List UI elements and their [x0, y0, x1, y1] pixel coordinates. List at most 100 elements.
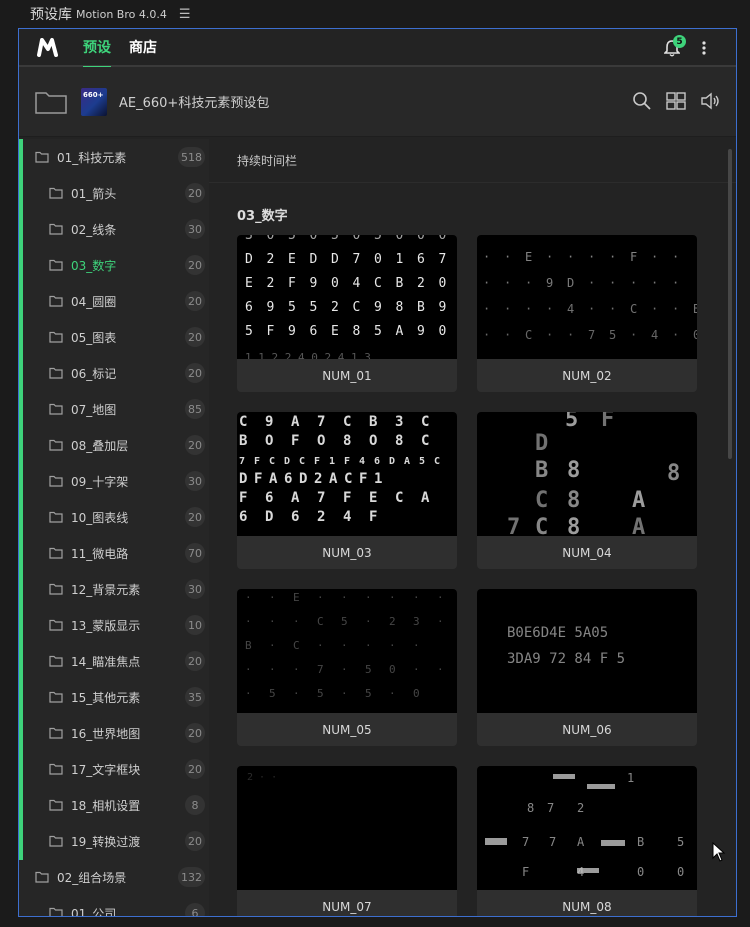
sidebar-item[interactable]: 05_图表 20: [19, 319, 209, 355]
preset-preview[interactable]: 3050505000D2EDD70167E2F904CB2069552C98B9…: [237, 235, 457, 359]
sidebar-item[interactable]: 04_圆圈 20: [19, 283, 209, 319]
sidebar-item[interactable]: 11_微电路 70: [19, 535, 209, 571]
preset-card[interactable]: C9A7CB3CBOFO8O8C7FCDCF1F46DA5CDFA6D2ACF1…: [237, 412, 457, 569]
svg-text:F: F: [522, 865, 529, 879]
svg-text:C: C: [535, 515, 548, 536]
preset-card[interactable]: D B 8 C 8 A 7 C 8 A 8 5 F NUM_04: [477, 412, 697, 569]
svg-text:C: C: [299, 456, 305, 467]
svg-text:7: 7: [549, 835, 556, 849]
svg-text:O: O: [265, 433, 273, 449]
sidebar-item[interactable]: 02_组合场景 132: [19, 859, 209, 895]
svg-text:C: C: [525, 328, 532, 342]
svg-text:C: C: [343, 414, 351, 430]
pack-name[interactable]: AE_660+科技元素预设包: [119, 92, 269, 111]
svg-text:C: C: [421, 433, 429, 449]
content-scrollbar[interactable]: [728, 149, 732, 459]
sidebar-item[interactable]: 02_线条 30: [19, 211, 209, 247]
tab-store[interactable]: 商店: [129, 29, 157, 66]
svg-text:9: 9: [417, 324, 425, 339]
duration-bar-label[interactable]: 持续时间栏: [209, 139, 736, 183]
preset-preview[interactable]: 187277AB5F400: [477, 766, 697, 890]
svg-text:C: C: [353, 300, 361, 315]
sidebar-item[interactable]: 03_数字 20: [19, 247, 209, 283]
preview-animation: ··E····F·····9D·········4··C··B9··C··75·…: [483, 250, 697, 342]
svg-text:5: 5: [365, 663, 372, 676]
svg-text:0: 0: [439, 235, 447, 243]
svg-text:B: B: [693, 302, 697, 316]
svg-text:F: F: [254, 471, 262, 487]
preset-name: NUM_01: [322, 368, 372, 383]
svg-text:·: ·: [269, 639, 276, 652]
preset-card[interactable]: ··E····F·····9D·········4··C··B9··C··75·…: [477, 235, 697, 392]
volume-icon[interactable]: [700, 91, 720, 111]
preset-card[interactable]: 2 · · NUM_07: [237, 766, 457, 916]
folder-icon: [49, 403, 63, 415]
preset-card[interactable]: B0E6D4E 5A05 3DA9 72 84 F 5 NUM_06: [477, 589, 697, 746]
sidebar-item[interactable]: 18_相机设置 8: [19, 787, 209, 823]
svg-text:F: F: [359, 471, 367, 487]
sidebar-item[interactable]: 14_瞄准焦点 20: [19, 643, 209, 679]
svg-text:D: D: [245, 252, 253, 267]
sidebar-item[interactable]: 13_蒙版显示 10: [19, 607, 209, 643]
sidebar-item[interactable]: 09_十字架 30: [19, 463, 209, 499]
svg-text:8: 8: [353, 324, 361, 339]
folder-icon: [49, 727, 63, 739]
preset-preview[interactable]: 2 · ·: [237, 766, 457, 890]
search-icon[interactable]: [632, 91, 652, 111]
preset-preview[interactable]: C9A7CB3CBOFO8O8C7FCDCF1F46DA5CDFA6D2ACF1…: [237, 412, 457, 536]
panel-header: 预设库 Motion Bro 4.0.4 ☰: [18, 0, 736, 28]
svg-text:5: 5: [288, 235, 296, 243]
svg-text:C: C: [421, 414, 429, 430]
preset-card[interactable]: ··E·········C5·23·3B·C········7·50···5·5…: [237, 589, 457, 746]
count-badge: 518: [178, 147, 205, 167]
folder-icon[interactable]: [35, 90, 67, 114]
svg-text:B: B: [396, 276, 404, 291]
count-badge: 6: [185, 903, 205, 916]
sidebar-item[interactable]: 01_科技元素 518: [19, 139, 209, 175]
svg-text:·: ·: [389, 687, 396, 700]
sidebar-item[interactable]: 01_公司 6: [19, 895, 209, 916]
sidebar-item[interactable]: 16_世界地图 20: [19, 715, 209, 751]
sidebar-item-label: 02_组合场景: [57, 870, 127, 885]
svg-text:2: 2: [267, 276, 275, 291]
svg-text:F: F: [254, 456, 260, 467]
svg-text:5: 5: [374, 235, 382, 243]
preset-preview[interactable]: DB8C8A7C8A85F: [477, 412, 697, 536]
sidebar-item[interactable]: 15_其他元素 35: [19, 679, 209, 715]
svg-text:8: 8: [567, 488, 580, 513]
folder-icon: [49, 583, 63, 595]
svg-text:E: E: [293, 591, 300, 604]
count-badge: 20: [185, 651, 205, 671]
preset-preview[interactable]: B0E6D4E 5A05 3DA9 72 84 F 5: [477, 589, 697, 713]
section-title: 03_数字: [237, 209, 288, 224]
sidebar-item[interactable]: 17_文字框块 20: [19, 751, 209, 787]
sidebar-item[interactable]: 07_地图 85: [19, 391, 209, 427]
preset-card[interactable]: 3050505000D2EDD70167E2F904CB2069552C98B9…: [237, 235, 457, 392]
preset-preview[interactable]: ··E·········C5·23·3B·C········7·50···5·5…: [237, 589, 457, 713]
svg-text:5: 5: [365, 687, 372, 700]
tab-presets[interactable]: 预设: [83, 29, 111, 68]
folder-icon: [49, 367, 63, 379]
svg-text:A: A: [329, 471, 338, 487]
motion-bro-logo-icon: [37, 38, 58, 57]
svg-text:5: 5: [609, 328, 616, 342]
sidebar-item[interactable]: 12_背景元素 30: [19, 571, 209, 607]
svg-text:F: F: [291, 433, 299, 449]
svg-text:5: 5: [269, 687, 276, 700]
sidebar-item[interactable]: 01_箭头 20: [19, 175, 209, 211]
folder-icon: [49, 223, 63, 235]
svg-text:F: F: [630, 250, 637, 264]
preset-preview[interactable]: ··E····F·····9D·········4··C··B9··C··75·…: [477, 235, 697, 359]
preview-animation: 2 · ·: [247, 772, 277, 783]
sidebar-item[interactable]: 06_标记 20: [19, 355, 209, 391]
sidebar-item[interactable]: 19_转换过渡 20: [19, 823, 209, 859]
menu-icon[interactable]: ☰: [179, 7, 191, 22]
sidebar-item[interactable]: 08_叠加层 20: [19, 427, 209, 463]
more-options-icon[interactable]: [696, 40, 712, 56]
svg-text:B: B: [239, 433, 247, 449]
preset-card[interactable]: 187277AB5F400NUM_08: [477, 766, 697, 916]
svg-text:B: B: [369, 414, 377, 430]
preview-animation: 187277AB5F400: [485, 771, 684, 879]
grid-view-icon[interactable]: [666, 91, 686, 111]
sidebar-item[interactable]: 10_图表线 20: [19, 499, 209, 535]
